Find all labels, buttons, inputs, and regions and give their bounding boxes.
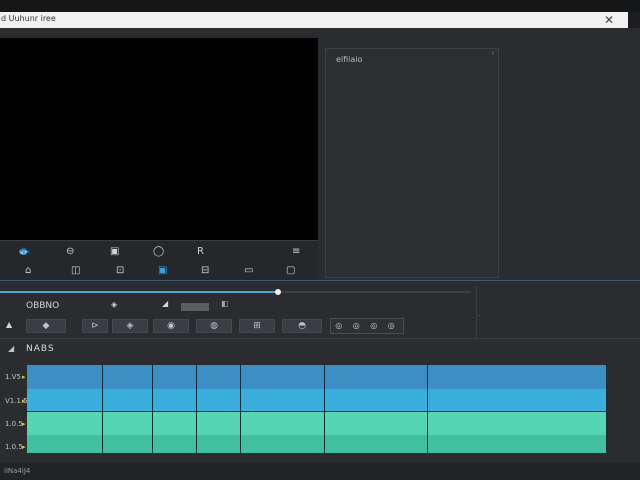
timeline-clip[interactable] — [428, 435, 607, 453]
square-icon[interactable]: ▣ — [110, 246, 119, 258]
timeline-clip[interactable] — [197, 389, 241, 411]
resize-icon[interactable]: ˀ — [491, 51, 494, 59]
cursor-icon[interactable]: ◢ — [162, 299, 168, 308]
toolbar-label: OBBNO — [26, 301, 60, 311]
timeline-clip[interactable] — [241, 435, 325, 453]
title-bar: d Uuhunr iree ✕ — [0, 12, 628, 28]
panel-icon[interactable]: ◧ — [221, 299, 229, 308]
timeline-clip[interactable] — [103, 365, 153, 389]
effect-grid[interactable]: ⊞ — [239, 319, 275, 333]
fish-icon[interactable]: 🐟 — [18, 246, 30, 258]
track-label: 1.0.5 — [5, 443, 23, 451]
circle-icon[interactable]: ◯ — [153, 246, 164, 258]
timeline-clip[interactable] — [241, 389, 325, 411]
toolbar: OBBNO ◈ ◢ ◧ — [0, 296, 476, 316]
r-icon[interactable]: R — [197, 246, 204, 258]
timeline-clip[interactable] — [325, 435, 428, 453]
timeline-clip[interactable] — [197, 435, 241, 453]
effect-play[interactable]: ⊳ — [82, 319, 108, 333]
timeline-clip[interactable] — [241, 365, 325, 389]
effect-diamond[interactable]: ◆ — [26, 319, 66, 333]
close-icon[interactable]: ✕ — [604, 12, 614, 28]
panel-divider — [0, 280, 640, 281]
timeline-clip[interactable] — [325, 365, 428, 389]
playback-progress[interactable] — [0, 291, 278, 293]
preview-controls-primary: 🐟 ⊖ ▣ ◯ R ≡ — [0, 240, 318, 262]
triangle-icon[interactable]: ▲ — [6, 320, 12, 329]
timeline-clip[interactable] — [428, 389, 607, 411]
preview-controls-secondary: ⌂ ◫ ⊡ ▣ ⊟ ▭ ▢ — [0, 262, 318, 280]
track-marker-icon: ▸ — [22, 373, 26, 381]
effect-chip[interactable]: ◈ — [112, 319, 148, 333]
timeline-label: NABS — [26, 344, 55, 354]
window-title: d Uuhunr iree — [1, 14, 56, 23]
playback-track[interactable] — [278, 291, 471, 293]
top-strip — [0, 0, 640, 12]
timeline-clip[interactable] — [103, 389, 153, 411]
effect-target[interactable]: ◍ — [196, 319, 232, 333]
timeline-clip[interactable] — [428, 412, 607, 435]
split-icon[interactable]: ◫ — [71, 265, 80, 277]
properties-panel: eifiiaio ˀ — [325, 48, 499, 278]
track-marker-icon: ▸ — [22, 420, 26, 428]
menu-icon[interactable]: ≡ — [292, 246, 300, 258]
effect-half[interactable]: ◓ — [282, 319, 322, 333]
timeline-clip[interactable] — [27, 412, 103, 435]
effect-circle[interactable]: ◉ — [153, 319, 189, 333]
timeline-clip[interactable] — [27, 389, 103, 411]
toolbar-chip[interactable] — [181, 303, 209, 311]
track-label: 1.0.5 — [5, 420, 23, 428]
track-label: 1.V5 — [5, 373, 21, 381]
timeline-clip[interactable] — [153, 389, 197, 411]
status-text: iiNa4iJ4 — [4, 467, 31, 475]
right-panel-marker: · — [478, 312, 481, 320]
properties-label: eifiiaio — [336, 55, 363, 64]
timeline-clip[interactable] — [325, 389, 428, 411]
timeline-clip[interactable] — [325, 412, 428, 435]
home-icon[interactable]: ⌂ — [25, 265, 31, 277]
timeline-clip[interactable] — [197, 365, 241, 389]
timeline-clip[interactable] — [27, 435, 103, 453]
playhead-knob[interactable] — [275, 289, 281, 295]
frame-icon[interactable]: ⊟ — [201, 265, 209, 277]
timeline-clip[interactable] — [103, 412, 153, 435]
crop-icon[interactable]: ⊡ — [116, 265, 124, 277]
timeline-clip[interactable] — [241, 412, 325, 435]
snapshot-icon[interactable]: ▣ — [158, 265, 167, 277]
minus-circle-icon[interactable]: ⊖ — [66, 246, 74, 258]
timeline-header: ◢ NABS — [0, 338, 640, 362]
track-marker-icon: ▸ — [22, 443, 26, 451]
timeline-clip[interactable] — [153, 435, 197, 453]
box-icon[interactable]: ▢ — [286, 265, 295, 277]
timeline-clip[interactable] — [27, 365, 103, 389]
timeline-clip[interactable] — [153, 365, 197, 389]
effect-group[interactable]: ◎ ◎ ◎ ◎ — [330, 318, 404, 334]
video-preview[interactable] — [0, 38, 318, 240]
title-bar-edge — [628, 12, 640, 28]
timeline-clip[interactable] — [103, 435, 153, 453]
timeline-clip[interactable] — [428, 365, 607, 389]
timeline-clip[interactable] — [197, 412, 241, 435]
status-bar: iiNa4iJ4 — [0, 462, 640, 480]
track-marker-icon: ▸ — [22, 397, 26, 405]
chip-icon[interactable]: ◈ — [111, 300, 117, 309]
effects-row: ▲ ◆ ⊳ ◈ ◉ ◍ ⊞ ◓ ◎ ◎ ◎ ◎ — [0, 316, 476, 338]
screen-icon[interactable]: ▭ — [244, 265, 253, 277]
collapse-icon[interactable]: ◢ — [8, 344, 14, 353]
toolbar-divider — [476, 286, 477, 340]
timeline-clip[interactable] — [153, 412, 197, 435]
